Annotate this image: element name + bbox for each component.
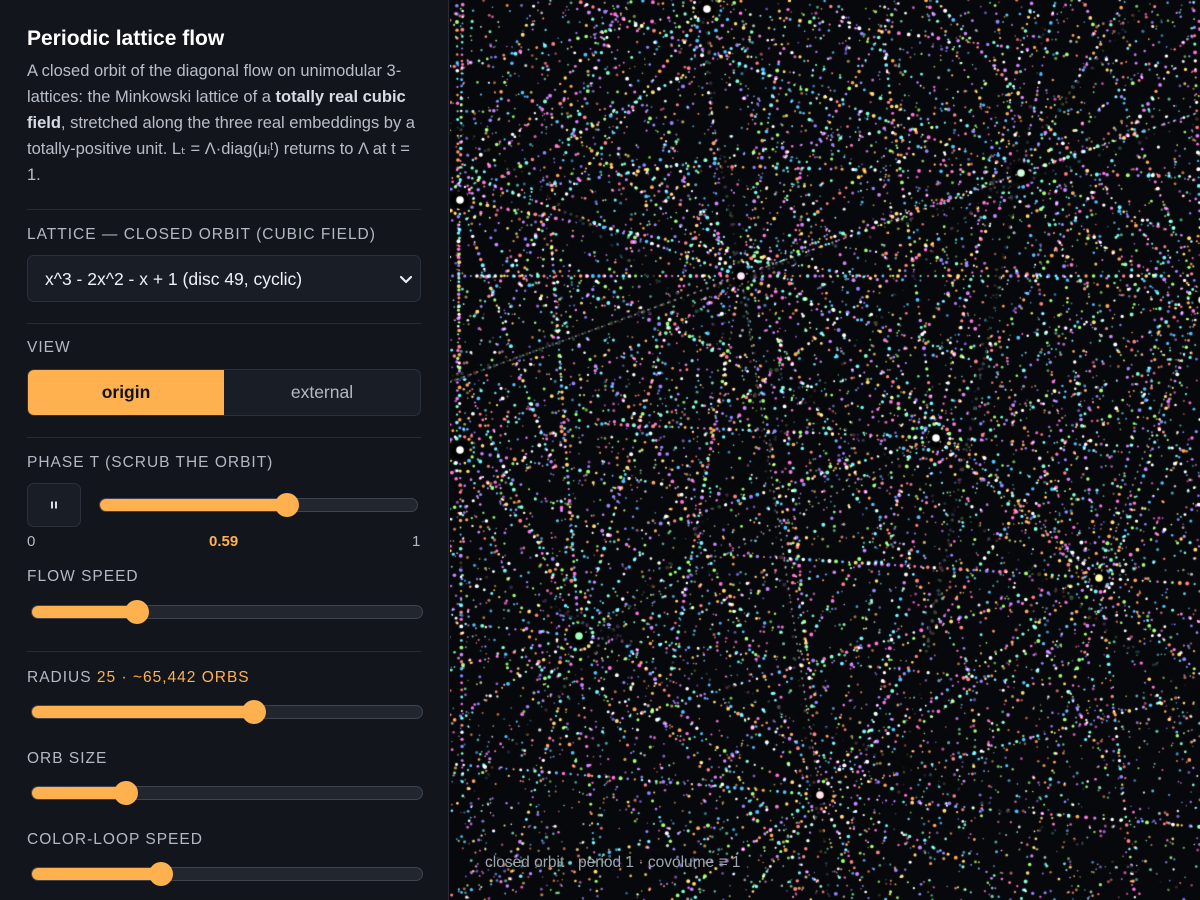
view-external-button[interactable]: external	[224, 370, 420, 415]
orb-count: ~65,442 ORBS	[132, 669, 250, 686]
radius-separator: ·	[121, 669, 128, 686]
divider	[27, 437, 421, 438]
page-title: Periodic lattice flow	[27, 27, 225, 50]
flow-speed-label: FLOW SPEED	[27, 568, 139, 585]
radius-slider-fill	[32, 706, 255, 718]
control-panel: Periodic lattice flow A closed orbit of …	[0, 0, 449, 900]
orb-size-slider-thumb[interactable]	[113, 781, 138, 805]
orb-size-slider[interactable]	[31, 781, 423, 805]
orbit-status: closed orbit · period 1 · covolume ≡ 1	[485, 854, 741, 871]
chevron-down-icon	[399, 275, 413, 284]
color-loop-slider-thumb[interactable]	[148, 862, 173, 886]
phase-label: PHASE T (SCRUB THE ORBIT)	[27, 454, 274, 471]
view-toggle: origin external	[27, 369, 421, 416]
view-origin-button[interactable]: origin	[28, 370, 224, 415]
description-text-end: , stretched along the three real embeddi…	[27, 114, 415, 184]
radius-label: RADIUS 25 · ~65,442 ORBS	[27, 669, 250, 687]
divider	[27, 209, 421, 210]
orb-size-label: ORB SIZE	[27, 750, 108, 767]
lattice-label: LATTICE — CLOSED ORBIT (CUBIC FIELD)	[27, 226, 376, 243]
radius-label-text: RADIUS	[27, 669, 92, 686]
flow-speed-slider-thumb[interactable]	[125, 600, 150, 624]
flow-speed-slider-fill	[32, 606, 138, 618]
lattice-select[interactable]: x^3 - 2x^2 - x + 1 (disc 49, cyclic)	[27, 255, 421, 302]
phase-value: 0.59	[209, 533, 239, 550]
lattice-select-value: x^3 - 2x^2 - x + 1 (disc 49, cyclic)	[45, 269, 303, 289]
radius-slider-thumb[interactable]	[242, 700, 267, 724]
flow-speed-slider[interactable]	[31, 600, 423, 624]
radius-value: 25	[96, 669, 117, 686]
divider	[27, 323, 421, 324]
color-loop-slider-fill	[32, 868, 161, 880]
pause-button[interactable]	[27, 483, 81, 527]
color-loop-label: COLOR-LOOP SPEED	[27, 831, 203, 848]
lattice-canvas-area[interactable]	[450, 0, 1200, 900]
phase-max-label: 1	[412, 533, 421, 550]
phase-slider-fill	[100, 499, 288, 511]
orb-size-slider-fill	[32, 787, 126, 799]
phase-slider-thumb[interactable]	[275, 493, 300, 517]
color-loop-slider[interactable]	[31, 862, 423, 886]
view-label: VIEW	[27, 339, 71, 356]
lattice-canvas[interactable]	[450, 0, 1200, 900]
phase-min-label: 0	[27, 533, 36, 550]
pause-icon	[51, 501, 57, 509]
description: A closed orbit of the diagonal flow on u…	[27, 58, 422, 188]
divider	[27, 651, 421, 652]
phase-slider[interactable]	[99, 493, 418, 517]
radius-slider[interactable]	[31, 700, 423, 724]
